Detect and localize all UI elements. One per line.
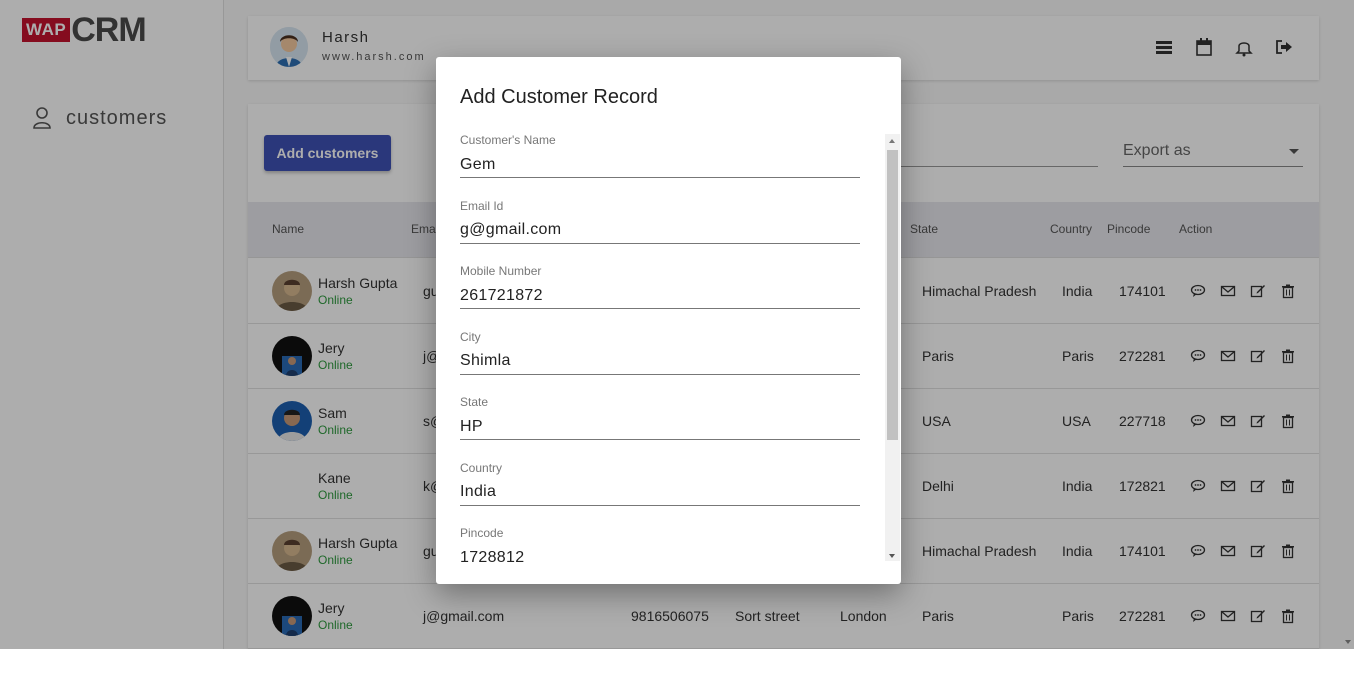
state-label: State: [460, 395, 489, 409]
city-field: City: [460, 330, 860, 396]
customer-s-name-label: Customer's Name: [460, 133, 556, 147]
city-label: City: [460, 329, 481, 344]
pincode-label: Pincode: [460, 526, 504, 540]
city-input[interactable]: [460, 348, 860, 375]
email-id-label: Email Id: [460, 198, 504, 213]
country-input[interactable]: [460, 479, 860, 506]
customer-s-name-input[interactable]: [460, 152, 860, 178]
country-label: Country: [460, 460, 503, 475]
mobile-number-label: Mobile Number: [460, 264, 542, 278]
pincode-input[interactable]: [460, 545, 860, 566]
dialog-scroll-thumb[interactable]: [887, 150, 898, 440]
scroll-up-icon[interactable]: [889, 139, 895, 143]
dialog-form: Customer's Name Email Id Mobile Number City…: [460, 133, 860, 566]
app-window: WAP CRM customers Harsh www.harsh.com Ad…: [0, 0, 1354, 649]
mobile-number-input[interactable]: [460, 283, 860, 309]
country-field: Country: [460, 461, 860, 527]
pincode-field: Pincode: [460, 526, 860, 566]
email-id-input[interactable]: [460, 217, 860, 244]
mobile-number-field: Mobile Number: [460, 264, 860, 330]
customer-s-name-field: Customer's Name: [460, 133, 860, 199]
scroll-down-icon[interactable]: [889, 554, 895, 558]
email-id-field: Email Id: [460, 199, 860, 265]
add-customer-dialog: Add Customer Record Customer's Name Email…: [436, 57, 901, 584]
state-input[interactable]: [460, 414, 860, 440]
state-field: State: [460, 395, 860, 461]
dialog-title: Add Customer Record: [460, 86, 658, 108]
dialog-scrollbar[interactable]: [885, 134, 900, 561]
